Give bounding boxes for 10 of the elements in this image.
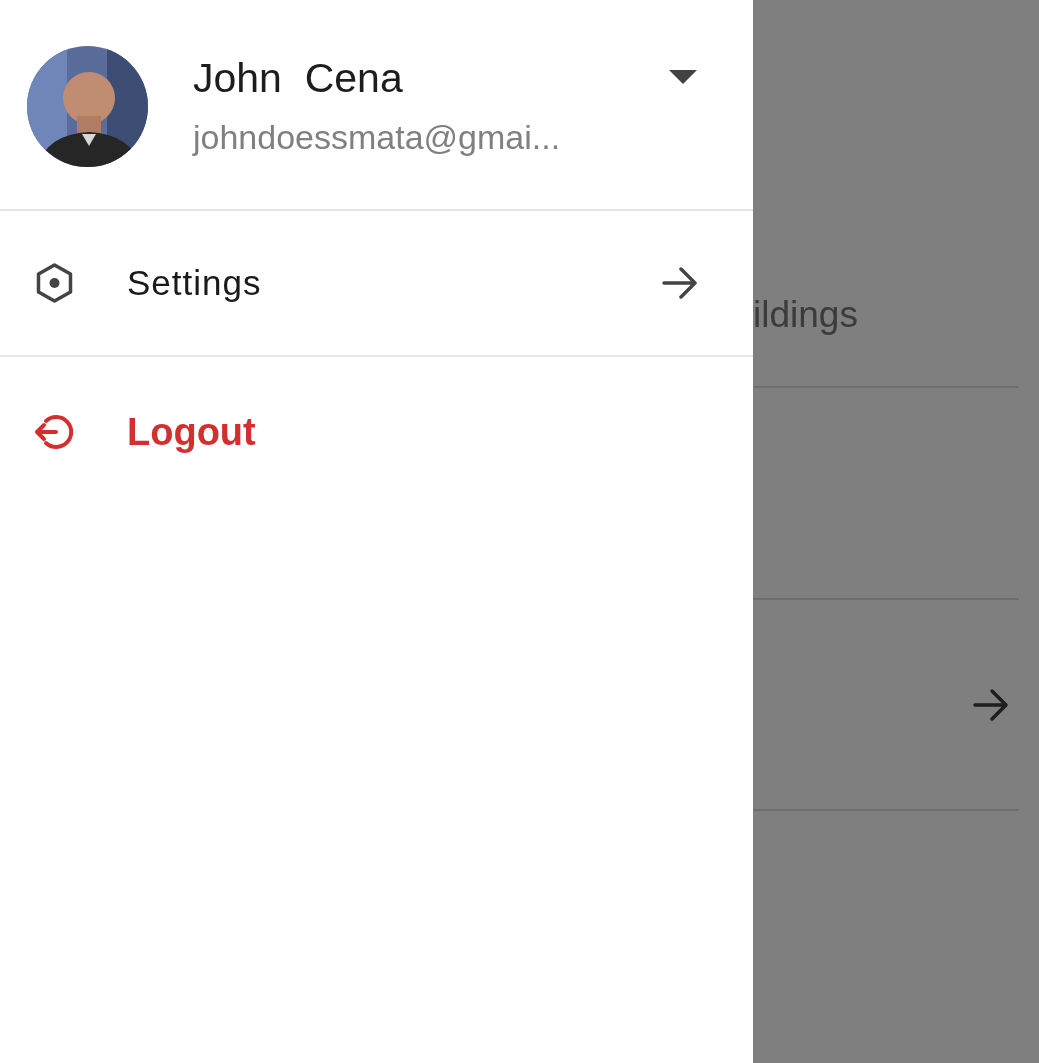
hexagon-settings-icon bbox=[36, 263, 73, 303]
user-name: John Cena bbox=[193, 53, 403, 103]
menu-item-label[interactable]: Settings bbox=[127, 256, 662, 310]
logout-button[interactable]: Logout bbox=[127, 403, 256, 461]
list-item-text: ildings bbox=[753, 293, 859, 337]
arrow-right-icon[interactable] bbox=[662, 267, 698, 299]
arrow-right-icon bbox=[973, 686, 1009, 723]
logout-icon bbox=[34, 413, 76, 451]
dropdown-caret-icon[interactable] bbox=[669, 69, 697, 86]
user-email: johndoessmata@gmai... bbox=[193, 116, 562, 157]
